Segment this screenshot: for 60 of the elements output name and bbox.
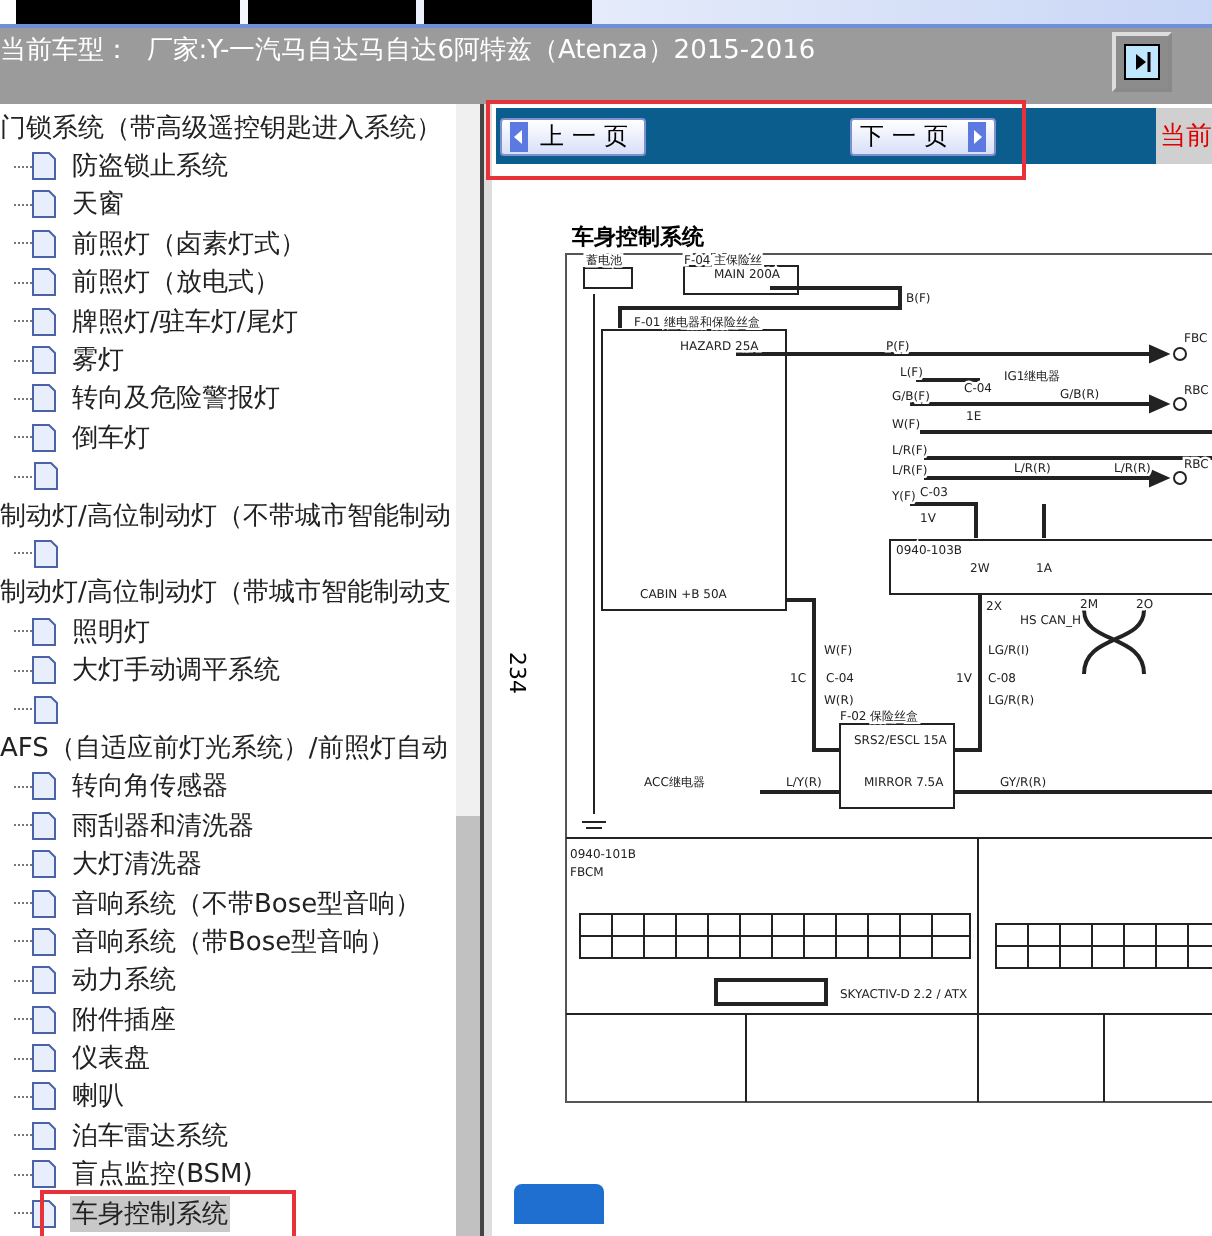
tree-item[interactable]: 泊车雷达系统 (70, 1117, 230, 1154)
tree-item[interactable]: 喇叭 (70, 1078, 126, 1115)
tree-item[interactable]: 动力系统 (70, 962, 178, 999)
tree-item[interactable]: 仪表盘 (70, 1040, 152, 1077)
document-icon (32, 966, 56, 995)
tree-item[interactable]: 转向角传感器 (70, 768, 230, 805)
document-icon (32, 384, 56, 413)
tree-item[interactable]: 转向及危险警报灯 (70, 380, 282, 417)
tree-group-label[interactable]: 门锁系统（带高级遥控钥匙进入系统） (0, 108, 456, 147)
document-icon (32, 927, 56, 956)
document-icon (32, 656, 56, 685)
next-page-button[interactable]: 下一页 (850, 117, 996, 155)
tree-item[interactable]: 天窗 (70, 186, 126, 223)
page-number: 234 (504, 652, 530, 694)
previous-page-button[interactable]: 上一页 (500, 117, 646, 155)
tree-item[interactable]: 照明灯 (70, 613, 152, 650)
document-icon (34, 462, 58, 491)
tree-item[interactable]: 盲点监控(BSM) (70, 1156, 255, 1193)
document-icon (34, 695, 58, 724)
tree-item[interactable]: 防盗锁止系统 (70, 148, 230, 185)
document-icon (32, 1082, 56, 1111)
current-model-label: 当前车型： 厂家:Y-一汽马自达马自达6阿特兹（Atenza）2015-2016 (0, 34, 816, 68)
document-icon (32, 346, 56, 375)
document-icon (32, 811, 56, 840)
document-icon (32, 1044, 56, 1073)
document-icon (32, 617, 56, 646)
document-icon (32, 889, 56, 917)
document-icon (32, 850, 56, 879)
tree-item[interactable]: 大灯清洗器 (70, 846, 204, 883)
document-icon (32, 307, 56, 336)
tree-item[interactable]: 雾灯 (70, 342, 126, 379)
document-icon (32, 190, 56, 219)
tree-item[interactable]: 音响系统（带Bose型音响） (70, 923, 398, 960)
tree-group-label[interactable]: 制动灯/高位制动灯（不带城市智能制动 (0, 495, 456, 535)
document-icon (34, 539, 58, 568)
tree-item[interactable]: 前照灯（卤素灯式） (70, 225, 308, 262)
tree-item[interactable]: 牌照灯/驻车灯/尾灯 (70, 303, 300, 340)
document-icon (32, 423, 56, 452)
tree-item[interactable]: 雨刮器和清洗器 (70, 807, 256, 844)
tree-item[interactable]: 大灯手动调平系统 (70, 652, 282, 689)
document-icon (32, 1005, 56, 1034)
toggle-panel-button[interactable] (1112, 32, 1172, 92)
document-icon (32, 772, 56, 801)
document-icon (32, 152, 56, 181)
tree-group-label[interactable]: AFS（自适应前灯光系统）/前照灯自动 (0, 728, 456, 768)
document-icon (32, 1160, 56, 1189)
status-text: 当前 (1160, 120, 1212, 154)
arrow-into-bar-icon (1124, 44, 1160, 80)
tree-item[interactable]: 前照灯（放电式） (70, 264, 282, 301)
tree-item[interactable]: 音响系统（不带Bose型音响） (70, 885, 424, 921)
tree-item[interactable]: 倒车灯 (70, 419, 152, 456)
scrollbar[interactable] (456, 104, 480, 1236)
tree-item[interactable]: 车身控制系统 (70, 1195, 230, 1232)
document-icon (32, 268, 56, 297)
tree-item[interactable]: 附件插座 (70, 1001, 178, 1038)
tree-group-label[interactable]: 制动灯/高位制动灯（带城市智能制动支 (0, 573, 456, 613)
page-button[interactable] (514, 1184, 604, 1224)
diagram-title: 车身控制系统 (572, 224, 704, 250)
document-icon (32, 229, 56, 258)
document-icon (32, 1121, 56, 1150)
